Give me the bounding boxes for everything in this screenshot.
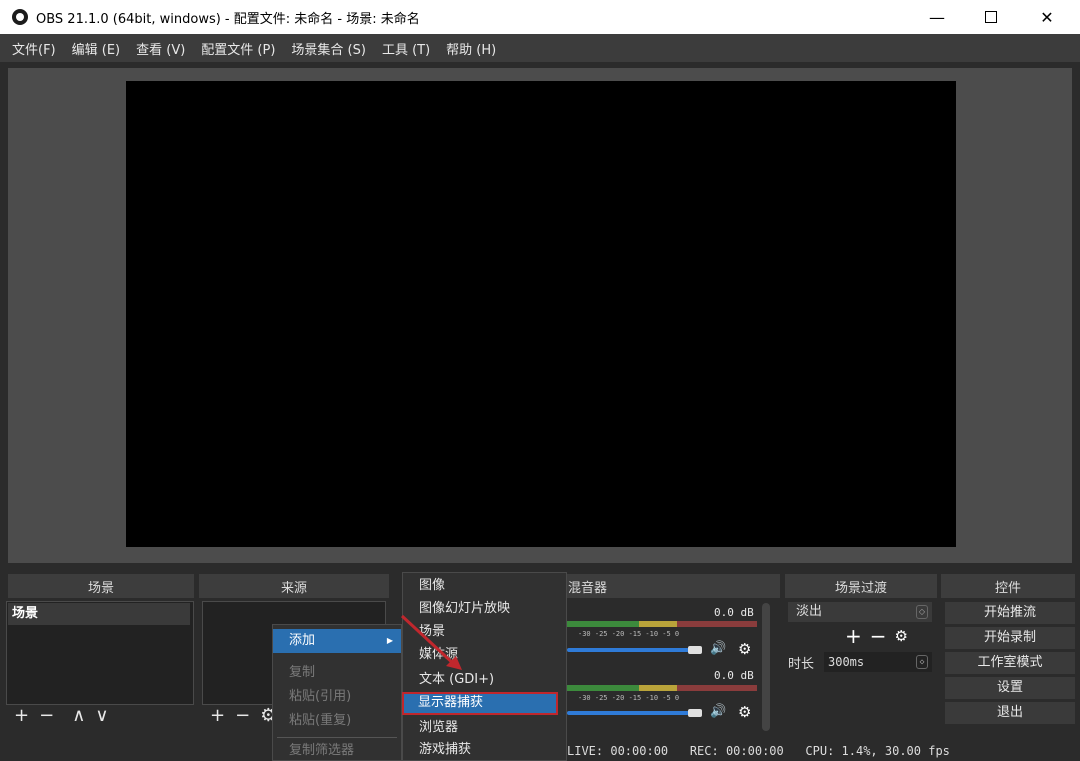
gear-icon[interactable]: ⚙	[738, 703, 751, 721]
spinner-icon: ◇	[916, 605, 928, 619]
context-separator	[277, 737, 397, 738]
context-copy[interactable]: 复制	[273, 661, 315, 685]
meter-ticks: -30 -25 -20 -15 -10 -5 0	[578, 694, 680, 702]
move-down-icon[interactable]: ∨	[95, 705, 108, 726]
mixer-db-readout: 0.0 dB	[714, 606, 754, 619]
preview-canvas[interactable]	[126, 81, 956, 547]
menu-view[interactable]: 查看 (V)	[136, 39, 185, 58]
window-title: OBS 21.1.0 (64bit, windows) - 配置文件: 未命名 …	[36, 11, 420, 27]
transitions-dock-title: 场景过渡	[785, 574, 937, 598]
exit-button[interactable]: 退出	[945, 702, 1075, 724]
volume-slider[interactable]	[567, 711, 689, 715]
minimize-button[interactable]: —	[914, 0, 960, 34]
transition-tools: + − ⚙	[845, 624, 908, 648]
add-scene-icon[interactable]: +	[14, 705, 29, 726]
volume-handle[interactable]	[688, 646, 702, 654]
move-up-icon[interactable]: ∧	[72, 705, 85, 726]
source-context-menu: 添加 ▶ 复制 粘贴(引用) 粘贴(重复) 复制筛选器	[272, 624, 402, 761]
audio-meter	[567, 621, 757, 627]
menu-bar: 文件(F) 编辑 (E) 查看 (V) 配置文件 (P) 场景集合 (S) 工具…	[0, 34, 1080, 62]
menu-tools[interactable]: 工具 (T)	[382, 39, 430, 58]
add-source-icon[interactable]: +	[210, 705, 225, 726]
close-button[interactable]: ✕	[1024, 0, 1070, 34]
maximize-icon	[985, 11, 997, 23]
add-transition-icon[interactable]: +	[845, 624, 862, 648]
close-icon: ✕	[1040, 7, 1054, 27]
status-bar: LIVE: 00:00:00 REC: 00:00:00 CPU: 1.4%, …	[567, 744, 950, 758]
mixer-dock-title: 混音器	[562, 574, 780, 598]
context-paste-duplicate[interactable]: 粘贴(重复)	[273, 709, 351, 733]
meter-ticks: -30 -25 -20 -15 -10 -5 0	[578, 630, 680, 638]
submenu-item[interactable]: 浏览器	[403, 716, 458, 740]
duration-input[interactable]: 300ms ◇	[824, 652, 932, 672]
annotation-arrow-icon	[400, 614, 462, 670]
sources-dock-title: 来源	[199, 574, 389, 598]
transition-properties-icon[interactable]: ⚙	[895, 627, 908, 645]
context-add-label: 添加	[289, 633, 316, 648]
volume-handle[interactable]	[688, 709, 702, 717]
sources-toolbar: + − ⚙	[210, 705, 276, 726]
start-streaming-button[interactable]: 开始推流	[945, 602, 1075, 624]
scenes-toolbar: + − ∧ ∨	[14, 705, 109, 726]
transition-select[interactable]: 淡出 ◇	[788, 602, 932, 622]
remove-transition-icon[interactable]: −	[870, 624, 887, 648]
context-copy-filters[interactable]: 复制筛选器	[273, 739, 354, 761]
mixer-scrollbar[interactable]	[762, 603, 770, 731]
settings-button[interactable]: 设置	[945, 677, 1075, 699]
title-bar: OBS 21.1.0 (64bit, windows) - 配置文件: 未命名 …	[0, 0, 1080, 34]
menu-file[interactable]: 文件(F)	[12, 39, 56, 58]
spinner-icon: ◇	[916, 655, 928, 669]
audio-meter	[567, 685, 757, 691]
obs-logo-icon	[12, 9, 28, 25]
controls-dock-title: 控件	[941, 574, 1075, 598]
remove-scene-icon[interactable]: −	[39, 705, 54, 726]
minimize-icon: —	[929, 7, 945, 27]
scenes-dock-title: 场景	[8, 574, 194, 598]
duration-value: 300ms	[828, 655, 865, 669]
menu-help[interactable]: 帮助 (H)	[446, 39, 496, 58]
display-capture-item[interactable]: 显示器捕获	[402, 692, 558, 715]
context-paste-reference[interactable]: 粘贴(引用)	[273, 685, 351, 709]
duration-label: 时长	[788, 657, 815, 672]
menu-scene-collection[interactable]: 场景集合 (S)	[291, 39, 366, 58]
volume-slider[interactable]	[567, 648, 689, 652]
remove-source-icon[interactable]: −	[235, 705, 250, 726]
speaker-icon[interactable]: 🔊	[710, 641, 726, 656]
gear-icon[interactable]: ⚙	[738, 640, 751, 658]
scene-list-item[interactable]: 场景	[8, 603, 190, 625]
transition-selected-label: 淡出	[796, 604, 823, 619]
speaker-icon[interactable]: 🔊	[710, 704, 726, 719]
context-add[interactable]: 添加 ▶	[273, 629, 401, 653]
menu-profile[interactable]: 配置文件 (P)	[201, 39, 275, 58]
submenu-item[interactable]: 游戏捕获	[403, 738, 471, 761]
mixer-db-readout: 0.0 dB	[714, 669, 754, 682]
submenu-item[interactable]: 图像	[403, 574, 445, 598]
start-recording-button[interactable]: 开始录制	[945, 627, 1075, 649]
submenu-arrow-icon: ▶	[386, 636, 393, 645]
studio-mode-button[interactable]: 工作室模式	[945, 652, 1075, 674]
maximize-button[interactable]	[968, 0, 1014, 34]
menu-edit[interactable]: 编辑 (E)	[72, 39, 121, 58]
